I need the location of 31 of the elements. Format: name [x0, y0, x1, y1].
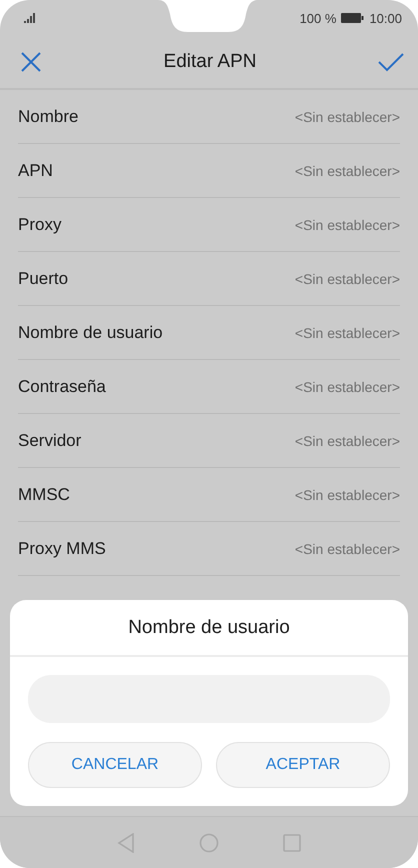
close-icon[interactable]	[20, 51, 42, 73]
setting-label: Puerto	[18, 268, 68, 288]
battery-percentage: 100 %	[300, 10, 336, 26]
setting-label: Nombre de usuario	[18, 322, 163, 342]
setting-value: <Sin establecer>	[294, 324, 400, 340]
setting-label: MMSC	[18, 484, 70, 504]
accept-button[interactable]: ACEPTAR	[216, 742, 390, 788]
setting-value: <Sin establecer>	[294, 108, 400, 124]
setting-value: <Sin establecer>	[294, 216, 400, 232]
setting-value: <Sin establecer>	[294, 162, 400, 178]
clock-time: 10:00	[369, 10, 402, 26]
cancel-button[interactable]: CANCELAR	[28, 742, 202, 788]
back-icon[interactable]	[117, 832, 135, 852]
home-icon[interactable]	[199, 832, 219, 852]
recents-icon[interactable]	[283, 834, 301, 852]
setting-value: <Sin establecer>	[294, 378, 400, 394]
signal-icon	[24, 13, 36, 23]
setting-label: Nombre	[18, 106, 78, 126]
dialog-title: Nombre de usuario	[128, 616, 290, 638]
setting-value: <Sin establecer>	[294, 486, 400, 502]
setting-value: <Sin establecer>	[294, 432, 400, 448]
setting-value: <Sin establecer>	[294, 270, 400, 286]
setting-label: Servidor	[18, 430, 82, 450]
setting-label: Proxy	[18, 214, 62, 234]
setting-label: Proxy MMS	[18, 538, 106, 558]
screen-title: Editar APN	[164, 51, 256, 73]
battery-icon	[341, 13, 364, 23]
setting-label: APN	[18, 160, 53, 180]
setting-label: Contraseña	[18, 376, 106, 396]
setting-value: <Sin establecer>	[294, 540, 400, 556]
checkmark-icon[interactable]	[378, 52, 404, 72]
